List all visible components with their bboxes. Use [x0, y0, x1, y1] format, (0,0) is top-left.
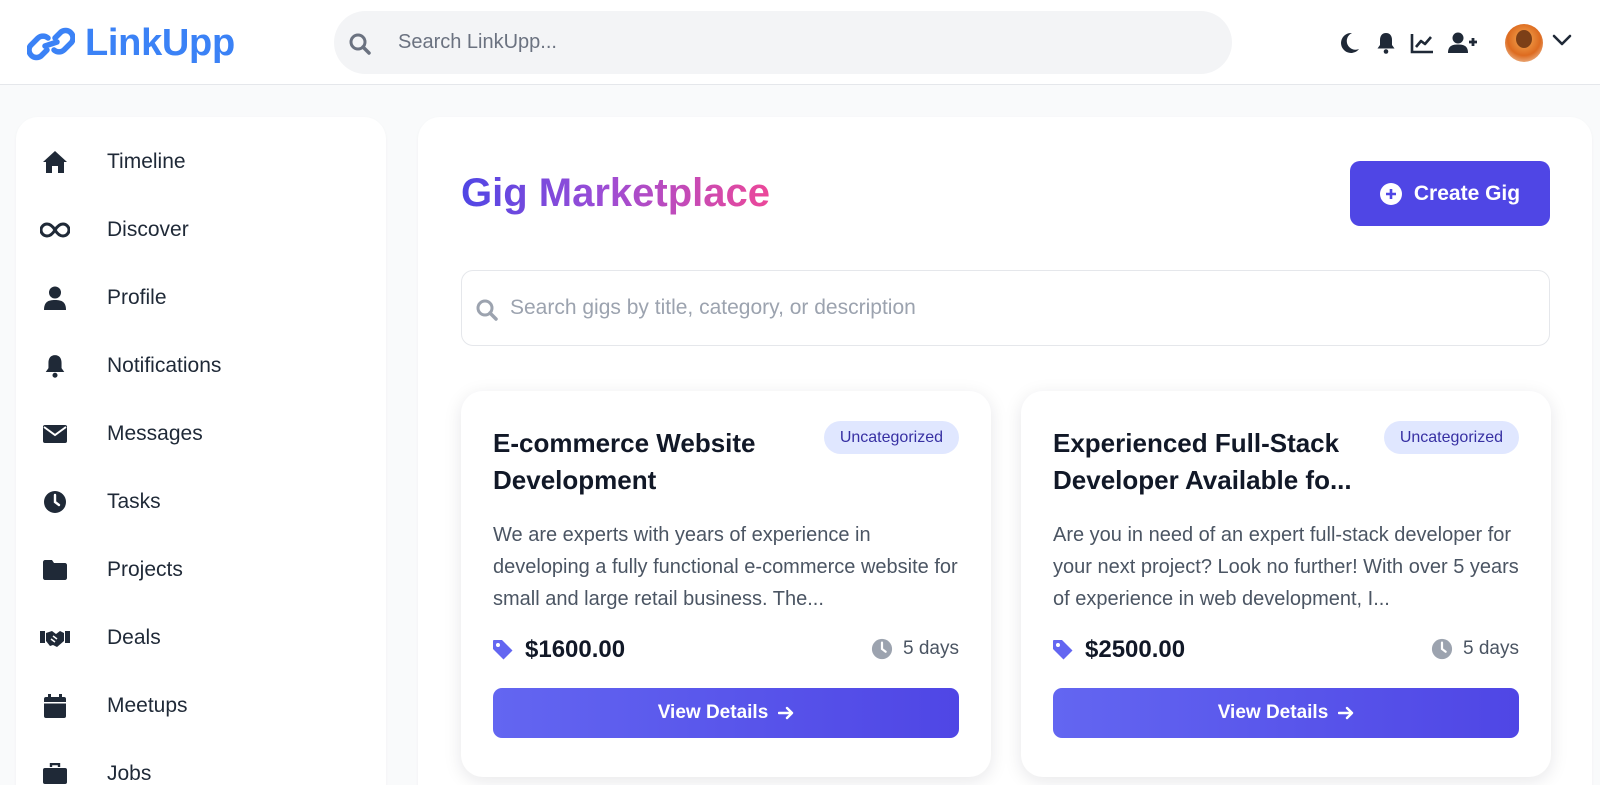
- sidebar-item-label: Discover: [107, 218, 189, 241]
- gig-price: $1600.00: [525, 636, 626, 663]
- gig-search-input[interactable]: [510, 271, 1510, 345]
- chevron-down-icon[interactable]: [1552, 33, 1572, 47]
- arrow-right-icon: [1338, 706, 1354, 720]
- bell-icon[interactable]: [1374, 31, 1398, 55]
- plus-circle-icon: [1379, 182, 1402, 205]
- duration: 5 days: [1431, 638, 1519, 660]
- sidebar-item-label: Deals: [107, 626, 161, 649]
- sidebar-item-label: Projects: [107, 558, 183, 581]
- user-icon: [40, 283, 70, 313]
- create-gig-label: Create Gig: [1413, 181, 1521, 205]
- view-details-button[interactable]: View Details: [1053, 688, 1519, 738]
- sidebar-item-messages[interactable]: Messages: [40, 409, 360, 459]
- category-badge: Uncategorized: [823, 421, 959, 454]
- sidebar-item-timeline[interactable]: Timeline: [40, 137, 360, 187]
- tag-icon: [493, 640, 513, 660]
- page-title: Gig Marketplace: [461, 171, 771, 215]
- link-icon: [27, 27, 75, 60]
- sidebar-item-label: Tasks: [107, 490, 161, 513]
- clock-icon: [40, 487, 70, 517]
- infinity-icon: [40, 215, 70, 245]
- sidebar-item-deals[interactable]: Deals: [40, 613, 360, 663]
- sidebar-item-discover[interactable]: Discover: [40, 205, 360, 255]
- sidebar-item-label: Notifications: [107, 354, 222, 377]
- avatar[interactable]: [1505, 24, 1543, 62]
- gig-description: We are experts with years of experience …: [493, 524, 958, 610]
- sidebar-item-label: Jobs: [107, 762, 152, 785]
- sidebar-item-profile[interactable]: Profile: [40, 273, 360, 323]
- arrow-right-icon: [778, 706, 794, 720]
- chart-line-icon[interactable]: [1410, 31, 1434, 55]
- gig-search: [461, 270, 1550, 346]
- user-plus-icon[interactable]: [1448, 31, 1478, 55]
- moon-icon[interactable]: [1338, 31, 1362, 55]
- gig-price: $2500.00: [1085, 636, 1186, 663]
- sidebar-item-label: Timeline: [107, 150, 186, 173]
- sidebar-item-projects[interactable]: Projects: [40, 545, 360, 595]
- price-row: $2500.00: [1053, 636, 1185, 664]
- sidebar: Timeline Discover Profile Notifications …: [16, 117, 386, 785]
- handshake-icon: [40, 623, 70, 653]
- gig-card: E-commerce Website Development Uncategor…: [461, 391, 991, 777]
- sidebar-item-notifications[interactable]: Notifications: [40, 341, 360, 391]
- folder-icon: [40, 555, 70, 585]
- price-row: $1600.00: [493, 636, 625, 664]
- global-search: [334, 11, 1232, 74]
- main-panel: Gig Marketplace Create Gig E-commerce We…: [418, 117, 1592, 785]
- gig-duration: 5 days: [1463, 638, 1519, 659]
- sidebar-item-tasks[interactable]: Tasks: [40, 477, 360, 527]
- bell-icon: [40, 351, 70, 381]
- create-gig-button[interactable]: Create Gig: [1350, 161, 1550, 226]
- gig-card: Experienced Full-Stack Developer Availab…: [1021, 391, 1551, 777]
- clock-icon: [1431, 638, 1453, 660]
- view-details-label: View Details: [1217, 702, 1329, 723]
- sidebar-item-label: Meetups: [107, 694, 188, 717]
- gig-title[interactable]: Experienced Full-Stack Developer Availab…: [1053, 425, 1353, 499]
- view-details-label: View Details: [657, 702, 769, 723]
- sidebar-item-jobs[interactable]: Jobs: [40, 749, 360, 785]
- duration: 5 days: [871, 638, 959, 660]
- search-icon: [476, 299, 498, 321]
- gig-description: Are you in need of an expert full-stack …: [1053, 524, 1519, 610]
- tag-icon: [1053, 640, 1073, 660]
- gig-duration: 5 days: [903, 638, 959, 659]
- view-details-button[interactable]: View Details: [493, 688, 959, 738]
- briefcase-icon: [40, 759, 70, 785]
- category-badge: Uncategorized: [1383, 421, 1519, 454]
- clock-icon: [871, 638, 893, 660]
- search-icon: [349, 33, 371, 55]
- calendar-icon: [40, 691, 70, 721]
- logo-text: LinkUpp: [85, 22, 235, 64]
- home-icon: [40, 147, 70, 177]
- logo[interactable]: LinkUpp: [27, 22, 235, 65]
- gig-title[interactable]: E-commerce Website Development: [493, 425, 793, 499]
- global-search-input[interactable]: [398, 11, 1198, 74]
- sidebar-item-meetups[interactable]: Meetups: [40, 681, 360, 731]
- top-header: LinkUpp: [0, 0, 1600, 85]
- envelope-icon: [40, 419, 70, 449]
- sidebar-item-label: Messages: [107, 422, 203, 445]
- sidebar-item-label: Profile: [107, 286, 167, 309]
